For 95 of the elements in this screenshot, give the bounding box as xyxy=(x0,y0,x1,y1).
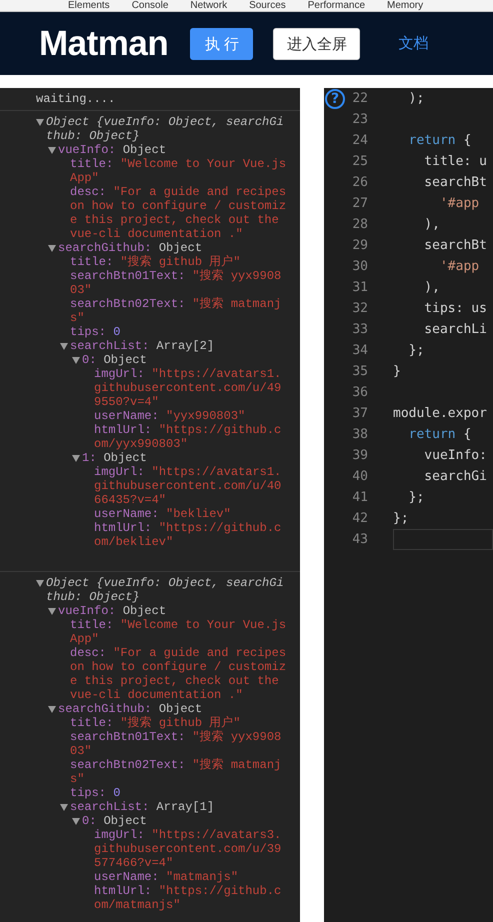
property-line: searchGithub: Object xyxy=(58,702,204,716)
line-number: 26 xyxy=(351,174,368,192)
code-line: '#app xyxy=(438,259,480,274)
line-number: 43 xyxy=(351,531,368,549)
property-line: userName: "yyx990803" xyxy=(94,409,246,423)
code-line: vueInfo: xyxy=(423,448,487,463)
property-line: searchBtn02Text: "搜索 matmanjs" xyxy=(70,758,282,786)
property-line: htmlUrl: "https://github.com/yyx990803" xyxy=(94,423,282,451)
expanded-triangle-icon[interactable] xyxy=(72,455,80,462)
expanded-triangle-icon[interactable] xyxy=(72,818,80,825)
code-line: searchBt xyxy=(423,238,487,253)
property-line: title: "Welcome to Your Vue.js App" xyxy=(70,618,288,646)
line-number: 41 xyxy=(351,489,368,507)
devtools-tab[interactable]: Console xyxy=(132,0,168,11)
line-number: 34 xyxy=(351,342,368,360)
line-number: 35 xyxy=(351,363,368,381)
line-number: 28 xyxy=(351,216,368,234)
property-line: title: "搜索 github 用户" xyxy=(70,255,242,269)
code-line: return { xyxy=(408,133,472,148)
line-number: 24 xyxy=(351,132,368,150)
app-logo: Matman xyxy=(39,24,168,64)
line-number: 36 xyxy=(351,384,368,402)
property-line: desc: "For a guide and recipes on how to configure / customize this project, check out the vue-cli documentation ." xyxy=(70,185,288,241)
property-line: searchList: Array[2] xyxy=(70,339,216,353)
property-line: 1: Object xyxy=(82,451,148,465)
property-line: searchBtn02Text: "搜索 matmanjs" xyxy=(70,297,282,325)
property-line: htmlUrl: "https://github.com/matmanjs" xyxy=(94,884,282,912)
line-number: 38 xyxy=(351,426,368,444)
line-number: 40 xyxy=(351,468,368,486)
code-line: module.expor xyxy=(393,406,487,421)
devtools-tab[interactable]: Memory xyxy=(387,0,424,11)
property-line: vueInfo: Object xyxy=(58,604,168,618)
code-line: }; xyxy=(408,490,424,505)
code-line: } xyxy=(393,364,401,379)
line-number: 42 xyxy=(351,510,368,528)
fullscreen-button[interactable]: 进入全屏 xyxy=(273,28,360,60)
property-line: userName: "bekliev" xyxy=(94,507,232,521)
docs-link[interactable]: 文档 xyxy=(398,34,428,53)
property-line: imgUrl: "https://avatars1.githubusercontent.com/u/499550?v=4" xyxy=(94,367,282,409)
line-number: 22 xyxy=(351,90,368,108)
property-line: userName: "matmanjs" xyxy=(94,870,240,884)
property-line: 0: Object xyxy=(82,814,148,828)
line-number: 33 xyxy=(351,321,368,339)
line-number: 32 xyxy=(351,300,368,318)
property-line: searchGithub: Object xyxy=(58,241,204,255)
code-line: }; xyxy=(408,343,424,358)
property-line: 0: Object xyxy=(82,353,148,367)
property-line: title: "Welcome to Your Vue.js App" xyxy=(70,157,288,185)
code-line: '#app xyxy=(438,196,480,211)
expanded-triangle-icon[interactable] xyxy=(60,343,68,350)
code-line: ), xyxy=(423,217,440,232)
devtools-tab[interactable]: Elements xyxy=(68,0,110,11)
expanded-triangle-icon[interactable] xyxy=(36,580,44,587)
code-line: searchGi xyxy=(423,469,487,484)
property-line: title: "搜索 github 用户" xyxy=(70,716,242,730)
object-summary: Object {vueInfo: Object, searchGithub: Object} xyxy=(46,115,285,143)
line-number: 29 xyxy=(351,237,368,255)
code-line: return { xyxy=(408,427,472,442)
code-line: ); xyxy=(408,91,424,106)
expanded-triangle-icon[interactable] xyxy=(60,804,68,811)
property-line: imgUrl: "https://avatars3.githubusercontent.com/u/39577466?v=4" xyxy=(94,828,282,870)
property-line: imgUrl: "https://avatars1.githubusercontent.com/u/4066435?v=4" xyxy=(94,465,282,507)
object-summary: Object {vueInfo: Object, searchGithub: Object} xyxy=(46,576,285,604)
line-number: 31 xyxy=(351,279,368,297)
property-line: desc: "For a guide and recipes on how to configure / customize this project, check out the vue-cli documentation ." xyxy=(70,646,288,702)
help-icon[interactable]: ? xyxy=(325,89,345,109)
line-number: 30 xyxy=(351,258,368,276)
code-line: searchBt xyxy=(423,175,487,190)
expanded-triangle-icon[interactable] xyxy=(48,706,56,713)
property-line: vueInfo: Object xyxy=(58,143,168,157)
property-line: tips: 0 xyxy=(70,786,122,800)
property-line: tips: 0 xyxy=(70,325,122,339)
line-number: 23 xyxy=(351,111,368,129)
expanded-triangle-icon[interactable] xyxy=(72,357,80,364)
devtools-tab[interactable]: Network xyxy=(190,0,228,11)
code-line: }; xyxy=(393,511,409,526)
code-line: title: u xyxy=(423,154,487,169)
line-number: 37 xyxy=(351,405,368,423)
line-number: 25 xyxy=(351,153,368,171)
expanded-triangle-icon[interactable] xyxy=(36,119,44,126)
expanded-triangle-icon[interactable] xyxy=(48,608,56,615)
property-line: searchBtn01Text: "搜索 yyx990803" xyxy=(70,730,282,758)
code-line: ), xyxy=(423,280,440,295)
code-line: tips: us xyxy=(423,301,487,316)
devtools-tab[interactable]: Performance xyxy=(308,0,366,11)
console-message: waiting.... xyxy=(36,92,116,106)
expanded-triangle-icon[interactable] xyxy=(48,245,56,252)
property-line: searchBtn01Text: "搜索 yyx990803" xyxy=(70,269,282,297)
property-line: htmlUrl: "https://github.com/bekliev" xyxy=(94,521,282,549)
line-number: 27 xyxy=(351,195,368,213)
property-line: searchList: Array[1] xyxy=(70,800,216,814)
line-number: 39 xyxy=(351,447,368,465)
devtools-tab[interactable]: Sources xyxy=(249,0,286,11)
code-line: searchLi xyxy=(423,322,487,337)
expanded-triangle-icon[interactable] xyxy=(48,147,56,154)
